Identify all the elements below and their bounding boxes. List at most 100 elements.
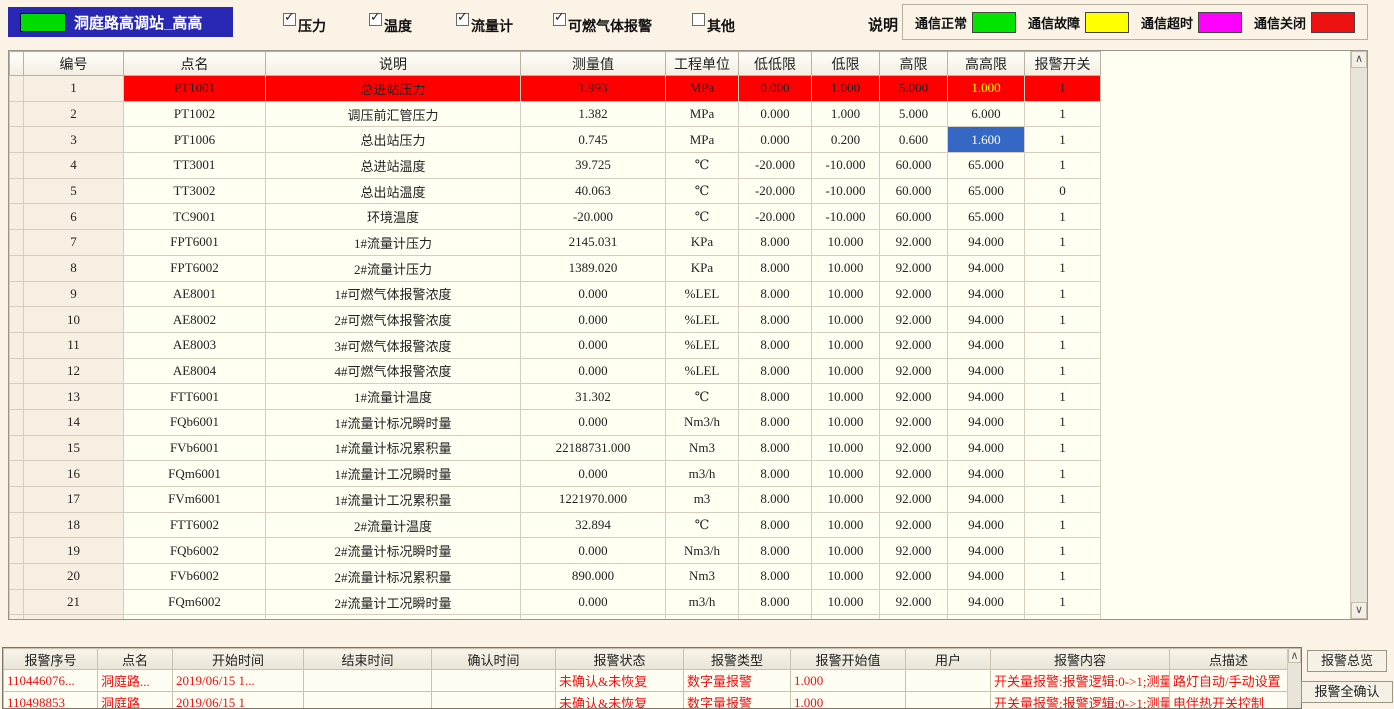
cell-hh[interactable]: 94.000 <box>948 461 1025 487</box>
cell-no[interactable]: 9 <box>24 281 124 307</box>
cell-name[interactable]: FQm6002 <box>124 589 266 615</box>
cell-h[interactable]: 60.000 <box>880 178 948 204</box>
cell-value[interactable]: 0.000 <box>521 332 666 358</box>
cell-ll[interactable]: 8.000 <box>739 538 812 564</box>
cell-sw[interactable]: 1 <box>1025 384 1101 410</box>
cell-ll[interactable]: 8.000 <box>739 409 812 435</box>
cell-value[interactable]: 22188731.000 <box>521 435 666 461</box>
cell-sw[interactable]: 0 <box>1025 178 1101 204</box>
cell-name[interactable]: PT1006 <box>124 127 266 153</box>
cell-value[interactable]: 32.894 <box>521 512 666 538</box>
cell-value[interactable]: 0.000 <box>521 358 666 384</box>
scroll-up-icon[interactable]: ∧ <box>1288 648 1301 663</box>
cell-value[interactable]: -20.000 <box>521 204 666 230</box>
cell-name[interactable]: AE8002 <box>124 307 266 333</box>
cell-name[interactable]: FQm6001 <box>124 461 266 487</box>
cell-l[interactable]: 1.000 <box>812 76 880 102</box>
cell-value[interactable]: 40.063 <box>521 178 666 204</box>
cell-desc[interactable]: 2#流量计标况瞬时量 <box>266 538 521 564</box>
cell-value[interactable]: 1389.020 <box>521 255 666 281</box>
cell-sw[interactable]: 1 <box>1025 281 1101 307</box>
cell-desc[interactable]: 2#流量计工况累积量 <box>266 615 521 620</box>
cell-sw[interactable]: 1 <box>1025 615 1101 620</box>
cell-no[interactable]: 13 <box>24 384 124 410</box>
cell-ll[interactable]: -20.000 <box>739 204 812 230</box>
scroll-down-icon[interactable]: ∨ <box>1351 602 1367 619</box>
cell-sw[interactable]: 1 <box>1025 332 1101 358</box>
cell-name[interactable]: FVb6002 <box>124 564 266 590</box>
cell-no[interactable]: 21 <box>24 589 124 615</box>
alarm-cell-end[interactable] <box>304 692 432 709</box>
cell-unit[interactable]: Nm3/h <box>666 538 739 564</box>
cell-name[interactable]: FPT6001 <box>124 230 266 256</box>
cell-sw[interactable]: 1 <box>1025 461 1101 487</box>
cell-desc[interactable]: 1#流量计标况累积量 <box>266 435 521 461</box>
cell-no[interactable]: 16 <box>24 461 124 487</box>
cell-l[interactable]: 10.000 <box>812 230 880 256</box>
cell-h[interactable]: 5.000 <box>880 101 948 127</box>
cell-ll[interactable]: 8.000 <box>739 358 812 384</box>
cell-value[interactable]: 0.000 <box>521 461 666 487</box>
cell-hh[interactable]: 94.000 <box>948 615 1025 620</box>
cell-name[interactable]: FVm6001 <box>124 487 266 513</box>
cell-no[interactable]: 8 <box>24 255 124 281</box>
flowmeter-checkbox[interactable] <box>456 13 469 26</box>
cell-desc[interactable]: 2#流量计标况累积量 <box>266 564 521 590</box>
pressure-checkbox[interactable] <box>283 13 296 26</box>
cell-h[interactable]: 92.000 <box>880 589 948 615</box>
cell-h[interactable]: 60.000 <box>880 153 948 179</box>
cell-sw[interactable]: 1 <box>1025 589 1101 615</box>
cell-unit[interactable]: KPa <box>666 230 739 256</box>
filter-gas-alarm[interactable]: 可燃气体报警 <box>553 13 652 36</box>
cell-value[interactable]: 890.000 <box>521 564 666 590</box>
cell-no[interactable]: 17 <box>24 487 124 513</box>
cell-hh[interactable]: 65.000 <box>948 178 1025 204</box>
alarm-cell-content[interactable]: 开关量报警:报警逻辑:0->1;测量值1 <box>991 692 1170 709</box>
cell-value[interactable]: 2145.031 <box>521 230 666 256</box>
cell-ll[interactable]: 8.000 <box>739 589 812 615</box>
cell-sw[interactable]: 1 <box>1025 409 1101 435</box>
cell-desc[interactable]: 环境温度 <box>266 204 521 230</box>
cell-h[interactable]: 92.000 <box>880 487 948 513</box>
cell-h[interactable]: 92.000 <box>880 384 948 410</box>
alarm-cell-desc[interactable]: 路灯自动/手动设置 <box>1170 670 1288 692</box>
cell-unit[interactable]: ℃ <box>666 512 739 538</box>
cell-h[interactable]: 92.000 <box>880 358 948 384</box>
cell-sw[interactable]: 1 <box>1025 564 1101 590</box>
cell-hh[interactable]: 94.000 <box>948 512 1025 538</box>
cell-l[interactable]: 10.000 <box>812 384 880 410</box>
cell-h[interactable]: 5.000 <box>880 76 948 102</box>
cell-no[interactable]: 14 <box>24 409 124 435</box>
cell-no[interactable]: 19 <box>24 538 124 564</box>
cell-l[interactable]: 10.000 <box>812 358 880 384</box>
cell-name[interactable]: AE8003 <box>124 332 266 358</box>
cell-ll[interactable]: 8.000 <box>739 307 812 333</box>
cell-ll[interactable]: 8.000 <box>739 512 812 538</box>
cell-h[interactable]: 92.000 <box>880 281 948 307</box>
alarm-cell-ack[interactable] <box>432 692 556 709</box>
cell-value[interactable]: 0.000 <box>521 409 666 435</box>
cell-unit[interactable]: Nm3/h <box>666 409 739 435</box>
alarm-cell-start_value[interactable]: 1.000 <box>791 670 906 692</box>
cell-sw[interactable]: 1 <box>1025 512 1101 538</box>
cell-name[interactable]: AE8001 <box>124 281 266 307</box>
cell-unit[interactable]: %LEL <box>666 332 739 358</box>
cell-name[interactable]: PT1002 <box>124 101 266 127</box>
cell-hh[interactable]: 6.000 <box>948 101 1025 127</box>
cell-h[interactable]: 92.000 <box>880 255 948 281</box>
cell-no[interactable]: 5 <box>24 178 124 204</box>
cell-hh[interactable]: 94.000 <box>948 307 1025 333</box>
cell-ll[interactable]: 8.000 <box>739 384 812 410</box>
cell-h[interactable]: 92.000 <box>880 230 948 256</box>
cell-value[interactable]: 0.000 <box>521 307 666 333</box>
cell-no[interactable]: 2 <box>24 101 124 127</box>
cell-desc[interactable]: 1#可燃气体报警浓度 <box>266 281 521 307</box>
cell-sw[interactable]: 1 <box>1025 487 1101 513</box>
cell-value[interactable]: 0.000 <box>521 538 666 564</box>
cell-name[interactable]: FVm6002 <box>124 615 266 620</box>
cell-no[interactable]: 1 <box>24 76 124 102</box>
cell-unit[interactable]: Nm3 <box>666 435 739 461</box>
cell-ll[interactable]: 0.000 <box>739 101 812 127</box>
cell-hh[interactable]: 94.000 <box>948 564 1025 590</box>
cell-ll[interactable]: 8.000 <box>739 564 812 590</box>
